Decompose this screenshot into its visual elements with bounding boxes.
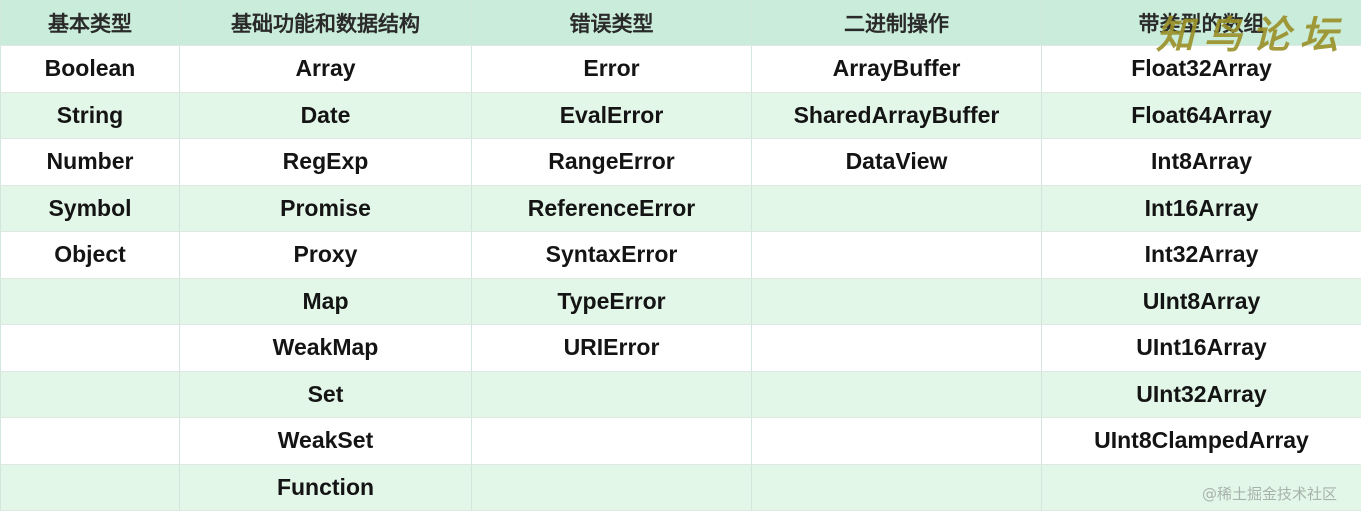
header-binary-operations: 二进制操作 <box>751 0 1042 46</box>
cell-binary <box>751 278 1042 325</box>
cell-fundamental: Function <box>179 464 472 511</box>
table-row: Object Proxy SyntaxError Int32Array <box>0 231 1361 279</box>
cell-error: ReferenceError <box>471 185 752 232</box>
cell-binary: ArrayBuffer <box>751 45 1042 93</box>
cell-typed-array <box>1041 464 1361 511</box>
header-fundamental-objects: 基础功能和数据结构 <box>179 0 472 46</box>
cell-fundamental: RegExp <box>179 138 472 186</box>
cell-error <box>471 417 752 465</box>
table-row: Symbol Promise ReferenceError Int16Array <box>0 185 1361 232</box>
cell-typed-array: UInt8Array <box>1041 278 1361 325</box>
cell-error <box>471 464 752 511</box>
table-row: Map TypeError UInt8Array <box>0 278 1361 325</box>
table-row: String Date EvalError SharedArrayBuffer Floa… <box>0 92 1361 139</box>
cell-binary <box>751 371 1042 418</box>
cell-fundamental: Proxy <box>179 231 472 279</box>
cell-typed-array: Int16Array <box>1041 185 1361 232</box>
cell-fundamental: Promise <box>179 185 472 232</box>
cell-error: EvalError <box>471 92 752 139</box>
cell-binary: SharedArrayBuffer <box>751 92 1042 139</box>
table-row: WeakSet UInt8ClampedArray <box>0 417 1361 465</box>
cell-error: Error <box>471 45 752 93</box>
table-row: Boolean Array Error ArrayBuffer Float32Array <box>0 45 1361 93</box>
cell-typed-array: UInt32Array <box>1041 371 1361 418</box>
cell-fundamental: WeakSet <box>179 417 472 465</box>
cell-typed-array: UInt8ClampedArray <box>1041 417 1361 465</box>
table-row: WeakMap URIError UInt16Array <box>0 324 1361 372</box>
table-header-row: 基本类型 基础功能和数据结构 错误类型 二进制操作 带类型的数组 <box>0 0 1361 46</box>
cell-binary <box>751 324 1042 372</box>
cell-primitive <box>0 324 180 372</box>
cell-fundamental: Set <box>179 371 472 418</box>
cell-binary <box>751 185 1042 232</box>
cell-primitive: String <box>0 92 180 139</box>
cell-fundamental: WeakMap <box>179 324 472 372</box>
cell-fundamental: Array <box>179 45 472 93</box>
cell-error: SyntaxError <box>471 231 752 279</box>
cell-primitive: Symbol <box>0 185 180 232</box>
cell-primitive: Boolean <box>0 45 180 93</box>
cell-fundamental: Map <box>179 278 472 325</box>
cell-binary: DataView <box>751 138 1042 186</box>
cell-primitive: Object <box>0 231 180 279</box>
cell-typed-array: Float64Array <box>1041 92 1361 139</box>
cell-binary <box>751 464 1042 511</box>
cell-error: URIError <box>471 324 752 372</box>
table-body: Boolean Array Error ArrayBuffer Float32Array… <box>0 45 1361 511</box>
header-primitive-types: 基本类型 <box>0 0 180 46</box>
builtin-objects-table: 基本类型 基础功能和数据结构 错误类型 二进制操作 带类型的数组 Boolean… <box>0 0 1361 511</box>
table-row: Number RegExp RangeError DataView Int8Array <box>0 138 1361 186</box>
cell-error: TypeError <box>471 278 752 325</box>
cell-binary <box>751 417 1042 465</box>
cell-typed-array: Int8Array <box>1041 138 1361 186</box>
header-error-types: 错误类型 <box>471 0 752 46</box>
table-row: Set UInt32Array <box>0 371 1361 418</box>
cell-primitive: Number <box>0 138 180 186</box>
cell-primitive <box>0 464 180 511</box>
table-row: Function <box>0 464 1361 511</box>
cell-fundamental: Date <box>179 92 472 139</box>
cell-primitive <box>0 371 180 418</box>
cell-primitive <box>0 417 180 465</box>
cell-typed-array: Int32Array <box>1041 231 1361 279</box>
cell-error: RangeError <box>471 138 752 186</box>
header-typed-arrays: 带类型的数组 <box>1041 0 1361 46</box>
cell-typed-array: Float32Array <box>1041 45 1361 93</box>
cell-primitive <box>0 278 180 325</box>
cell-binary <box>751 231 1042 279</box>
cell-error <box>471 371 752 418</box>
cell-typed-array: UInt16Array <box>1041 324 1361 372</box>
